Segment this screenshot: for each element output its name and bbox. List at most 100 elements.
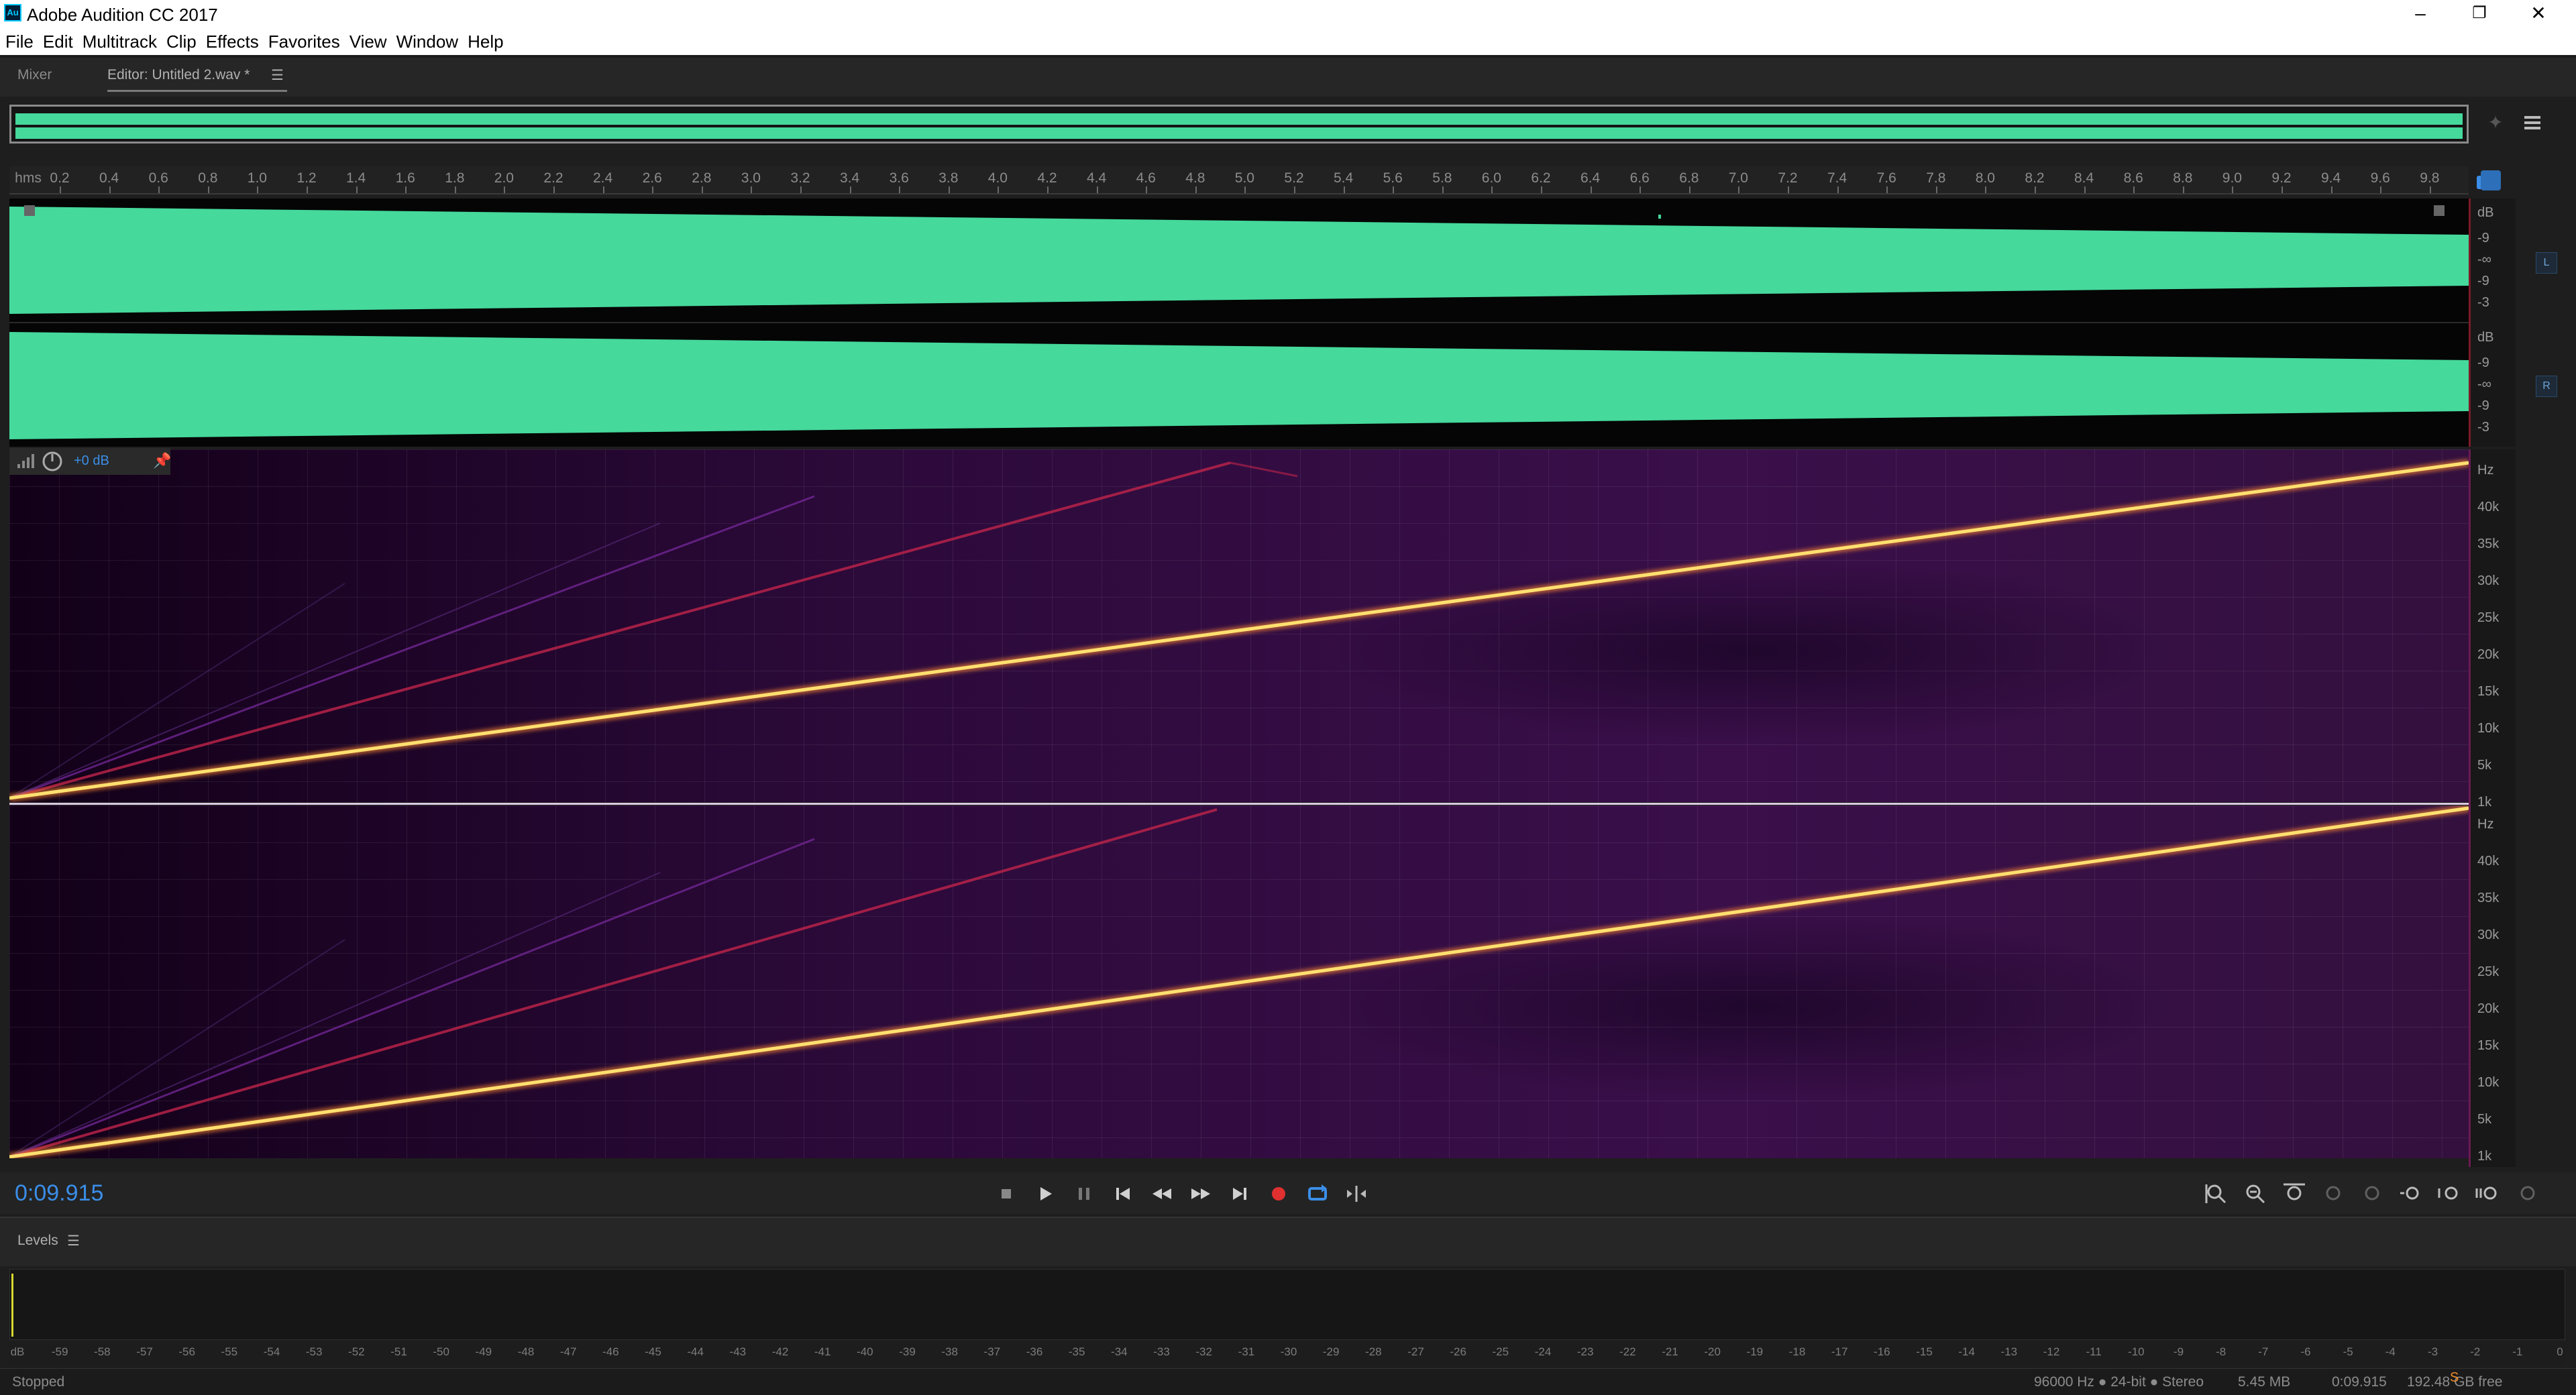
time-ruler[interactable]: hms 0.2 0.4 0.6 0.8 1.0 1.2 1.4 1.6 1.8 2.0 2.2 2.4… [9, 166, 2469, 194]
level-scale-label: -42 [771, 1345, 789, 1358]
skip-to-start-button[interactable] [1110, 1180, 1136, 1207]
ruler-tick-label: 8.2 [2025, 170, 2045, 186]
waveform-overview[interactable] [9, 105, 2469, 144]
levels-menu-icon[interactable]: ☰ [67, 1233, 80, 1249]
frequency-scale-label: 15k [2477, 684, 2500, 699]
loop-playback-button[interactable] [1304, 1180, 1331, 1207]
ruler-tick-label: 1.4 [345, 170, 366, 186]
ruler-tick-label: 5.0 [1234, 170, 1254, 186]
gain-value[interactable]: +0 dB [74, 453, 109, 469]
current-time-display[interactable]: 0:09.915 [15, 1180, 103, 1207]
active-tab-indicator [107, 90, 287, 92]
skip-selection-button[interactable] [1343, 1180, 1370, 1207]
ruler-tick [307, 186, 308, 193]
menu-favorites[interactable]: Favorites [268, 32, 340, 52]
menu-clip[interactable]: Clip [166, 32, 197, 52]
ruler-tick [948, 186, 950, 193]
ruler-tick-label: 3.6 [889, 170, 909, 186]
stop-button[interactable] [993, 1180, 1020, 1207]
menu-view[interactable]: View [350, 32, 387, 52]
minimize-button[interactable]: – [2391, 0, 2450, 28]
zoom-in-time-icon[interactable] [2398, 1180, 2424, 1207]
level-scale-label: -25 [1492, 1345, 1509, 1358]
level-scale-label: -47 [559, 1345, 577, 1358]
ruler-tick-label: 2.6 [642, 170, 662, 186]
level-scale-label: -30 [1280, 1345, 1297, 1358]
ruler-tick [2429, 186, 2431, 193]
zoom-out-amplitude-icon[interactable] [2242, 1180, 2269, 1207]
display-options-icon[interactable] [2522, 113, 2542, 133]
right-channel-toggle[interactable]: R [2536, 376, 2557, 397]
spectral-frequency-display[interactable] [9, 449, 2469, 1167]
ruler-tick-label: 9.6 [2370, 170, 2390, 186]
frequency-scale-label: 1k [2477, 1149, 2492, 1164]
menu-edit[interactable]: Edit [43, 32, 73, 52]
menu-help[interactable]: Help [468, 32, 503, 52]
pause-button[interactable] [1071, 1180, 1097, 1207]
gain-knob-icon[interactable] [42, 451, 63, 472]
close-button[interactable]: ✕ [2509, 0, 2568, 28]
level-scale-label: -19 [1746, 1345, 1764, 1358]
zoom-out-time-icon[interactable] [2436, 1180, 2463, 1207]
ruler-tick [849, 186, 851, 193]
tab-mixer[interactable]: Mixer [17, 67, 52, 83]
level-scale-label: -48 [517, 1345, 535, 1358]
ruler-tick [405, 186, 407, 193]
level-scale-label: -40 [857, 1345, 873, 1358]
rewind-button[interactable] [1148, 1180, 1175, 1207]
level-scale-label: -32 [1195, 1345, 1212, 1358]
frequency-scale-label: 30k [2477, 573, 2500, 588]
ruler-tick-label: 2.0 [494, 170, 514, 186]
ruler-tick [1837, 186, 1839, 193]
signal-bars-icon[interactable] [16, 453, 35, 469]
fade-in-handle[interactable] [24, 205, 35, 216]
left-channel-toggle[interactable]: L [2536, 252, 2557, 274]
level-scale-label: -13 [2000, 1345, 2018, 1358]
ruler-tick [2232, 186, 2234, 193]
ruler-tick-label: 8.0 [1975, 170, 1995, 186]
zoom-in-right-icon[interactable] [2359, 1180, 2385, 1207]
menu-file[interactable]: File [5, 32, 34, 52]
pin-hud-icon[interactable]: 📌 [153, 452, 171, 469]
panel-tab-strip: Mixer Editor: Untitled 2.wav * ☰ [0, 56, 2576, 97]
restore-button[interactable]: ❐ [2450, 0, 2509, 28]
level-scale-label: -23 [1576, 1345, 1594, 1358]
levels-title[interactable]: Levels [17, 1233, 58, 1249]
ruler-tick [60, 186, 61, 193]
menu-window[interactable]: Window [396, 32, 458, 52]
zoom-in-amplitude-icon[interactable] [2203, 1180, 2230, 1207]
zoom-out-full-icon[interactable] [2475, 1180, 2502, 1207]
fast-forward-button[interactable] [1187, 1180, 1214, 1207]
frequency-scale-label: 30k [2477, 928, 2500, 942]
menu-effects[interactable]: Effects [206, 32, 259, 52]
ruler-tick [2133, 186, 2135, 193]
panel-menu-icon[interactable]: ☰ [271, 67, 284, 84]
ruler-tick [1935, 186, 1937, 193]
zoom-settings-icon[interactable]: ✦ [2482, 111, 2509, 138]
ruler-tick-label: 1.0 [247, 170, 267, 186]
waveform-display[interactable] [9, 199, 2469, 447]
skip-to-end-button[interactable] [1226, 1180, 1253, 1207]
zoom-in-left-icon[interactable] [2320, 1180, 2347, 1207]
ruler-tick [356, 186, 358, 193]
level-scale-label: -27 [1407, 1345, 1424, 1358]
ruler-tick-label: 6.6 [1629, 170, 1650, 186]
play-button[interactable] [1032, 1180, 1059, 1207]
level-scale-label: -26 [1450, 1345, 1466, 1358]
ruler-tick-label: 1.6 [395, 170, 415, 186]
record-button[interactable] [1265, 1180, 1292, 1207]
ruler-tick [751, 186, 753, 193]
frequency-scale-label: 35k [2477, 891, 2500, 905]
frequency-scale: Hz 40k 35k 30k 25k 20k 15k 10k 5k 1k Hz 40k 35k 30k 25… [2469, 449, 2516, 1167]
zoom-reset-icon[interactable] [2514, 1180, 2541, 1207]
tab-editor[interactable]: Editor: Untitled 2.wav * [107, 67, 250, 83]
ruler-tick-label: 2.8 [692, 170, 712, 186]
menu-multitrack[interactable]: Multitrack [83, 32, 157, 52]
snap-magnet-icon[interactable] [2481, 170, 2501, 190]
amplitude-scale: dB -9 -∞ -9 -3 dB -9 -∞ -9 -3 [2469, 199, 2516, 447]
fade-out-handle[interactable] [2434, 205, 2445, 216]
notification-icon[interactable]: S [2450, 1370, 2466, 1386]
frequency-scale-label: 40k [2477, 500, 2500, 514]
ruler-tick [1146, 186, 1148, 193]
zoom-to-selection-icon[interactable] [2281, 1180, 2308, 1207]
